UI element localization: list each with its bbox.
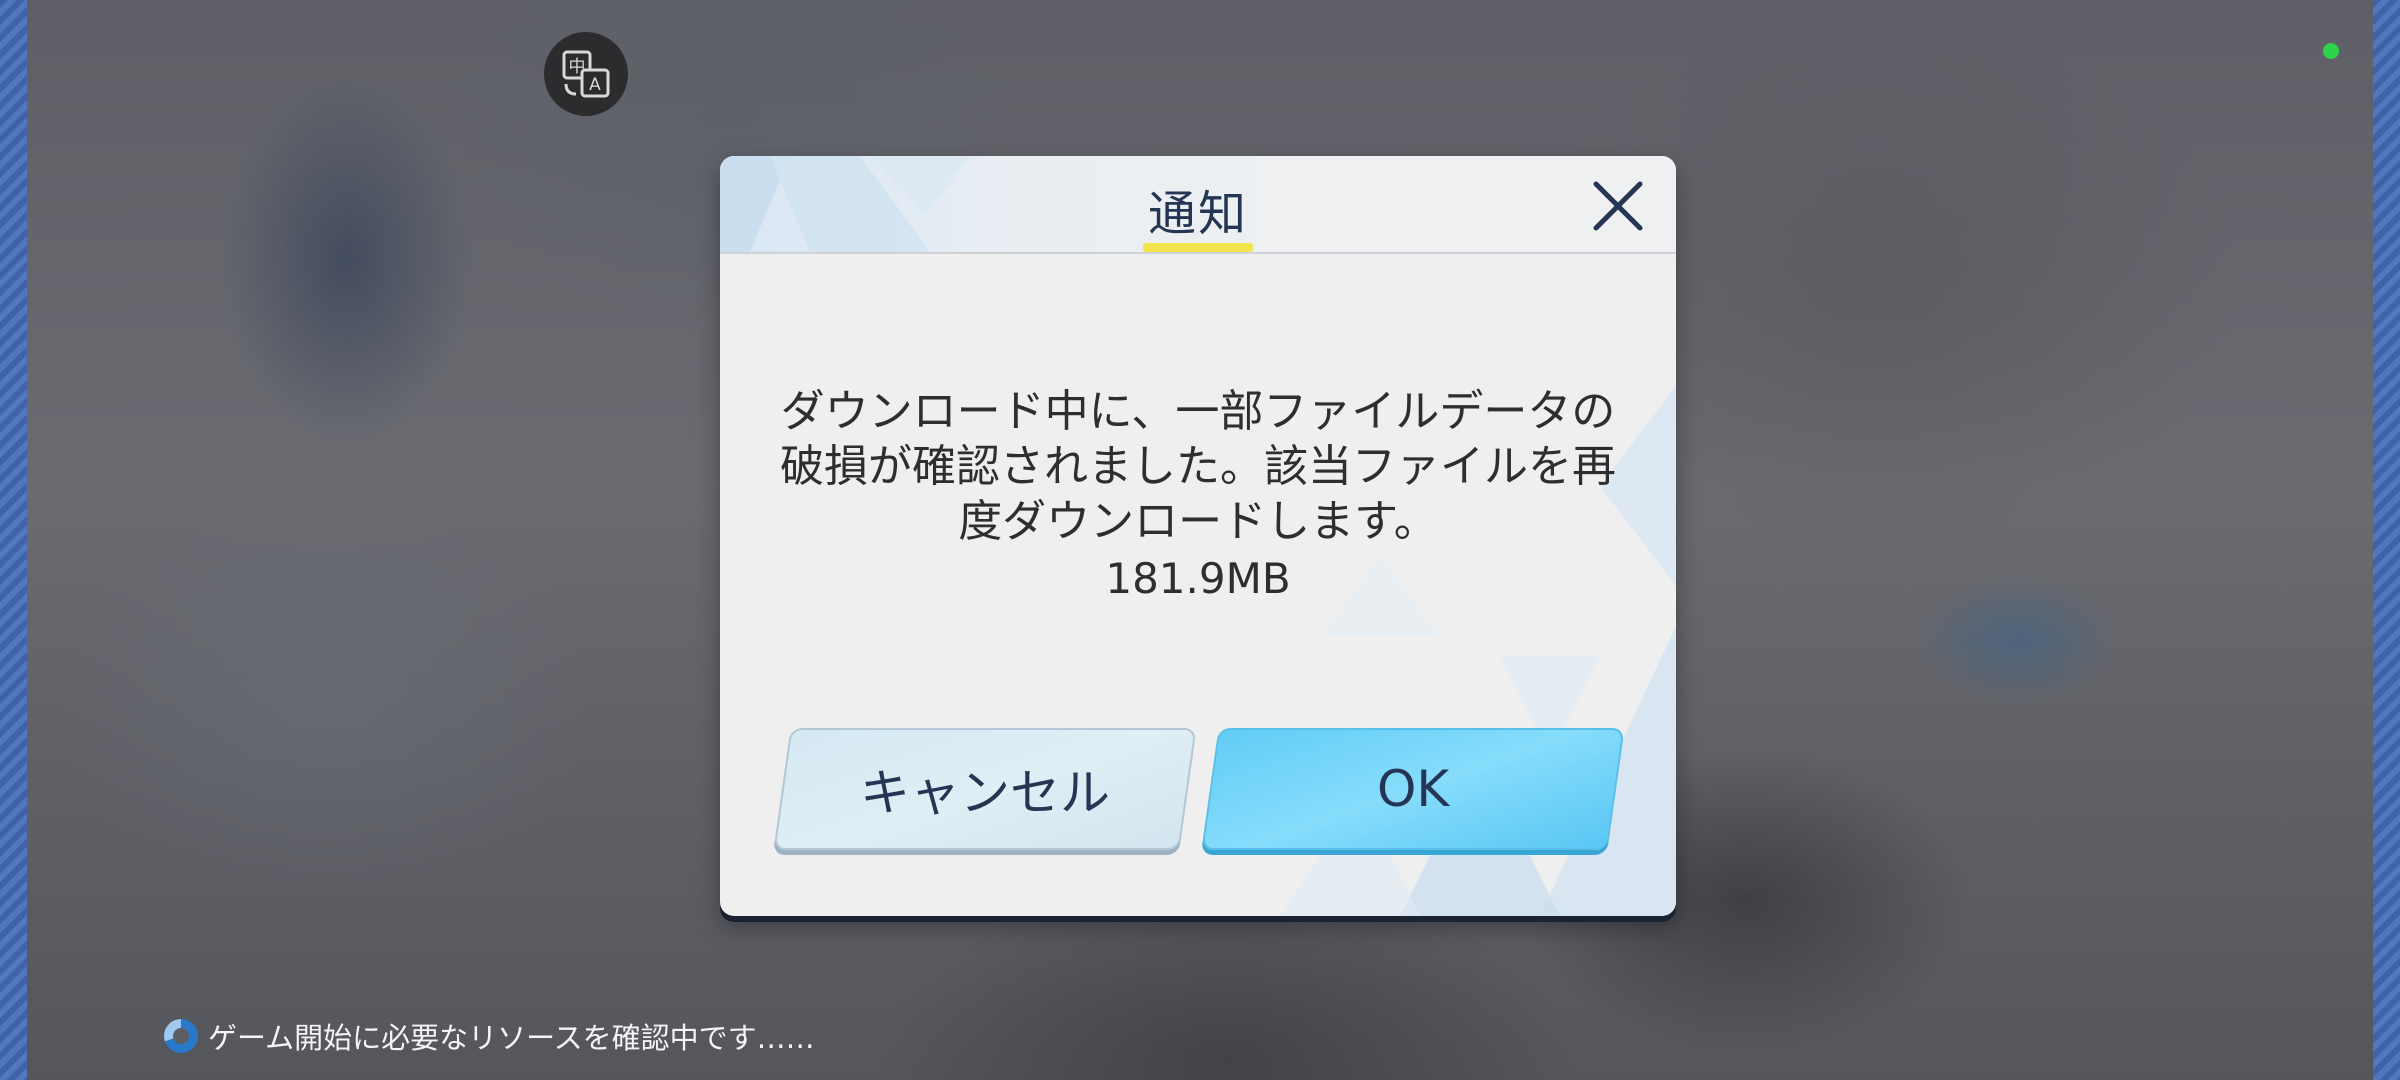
message-line: 破損が確認されました。該当ファイルを再	[780, 441, 1616, 492]
left-border-stripe	[0, 0, 27, 1080]
dialog-title: 通知	[1147, 186, 1248, 242]
close-icon	[1593, 181, 1643, 231]
loading-status: ゲーム開始に必要なリソースを確認中です……	[164, 1016, 815, 1056]
ok-button[interactable]: OK	[1201, 728, 1625, 850]
notification-dialog: 通知 ダウンロード中に、一部ファイルデータの 破損が確認されました。該当ファイル…	[720, 156, 1676, 916]
ok-button-label: OK	[1376, 760, 1450, 818]
cancel-button-label: キャンセル	[860, 764, 1110, 822]
download-size: 181.9MB	[1105, 554, 1291, 603]
right-border-stripe	[2373, 0, 2400, 1080]
title-underline	[1143, 243, 1253, 252]
translate-button[interactable]: 中 A	[544, 32, 628, 116]
message-line: ダウンロード中に、一部ファイルデータの	[780, 386, 1616, 437]
loading-text: ゲーム開始に必要なリソースを確認中です……	[208, 1021, 815, 1055]
dialog-message: ダウンロード中に、一部ファイルデータの 破損が確認されました。該当ファイルを再 …	[760, 384, 1636, 549]
translate-icon: 中 A	[562, 50, 610, 98]
loading-spinner-icon	[164, 1019, 198, 1053]
status-indicator-dot	[2323, 43, 2339, 59]
message-line: 度ダウンロードします。	[958, 496, 1438, 547]
svg-text:A: A	[589, 75, 601, 95]
close-button[interactable]	[1590, 178, 1646, 234]
cancel-button[interactable]: キャンセル	[773, 728, 1197, 850]
